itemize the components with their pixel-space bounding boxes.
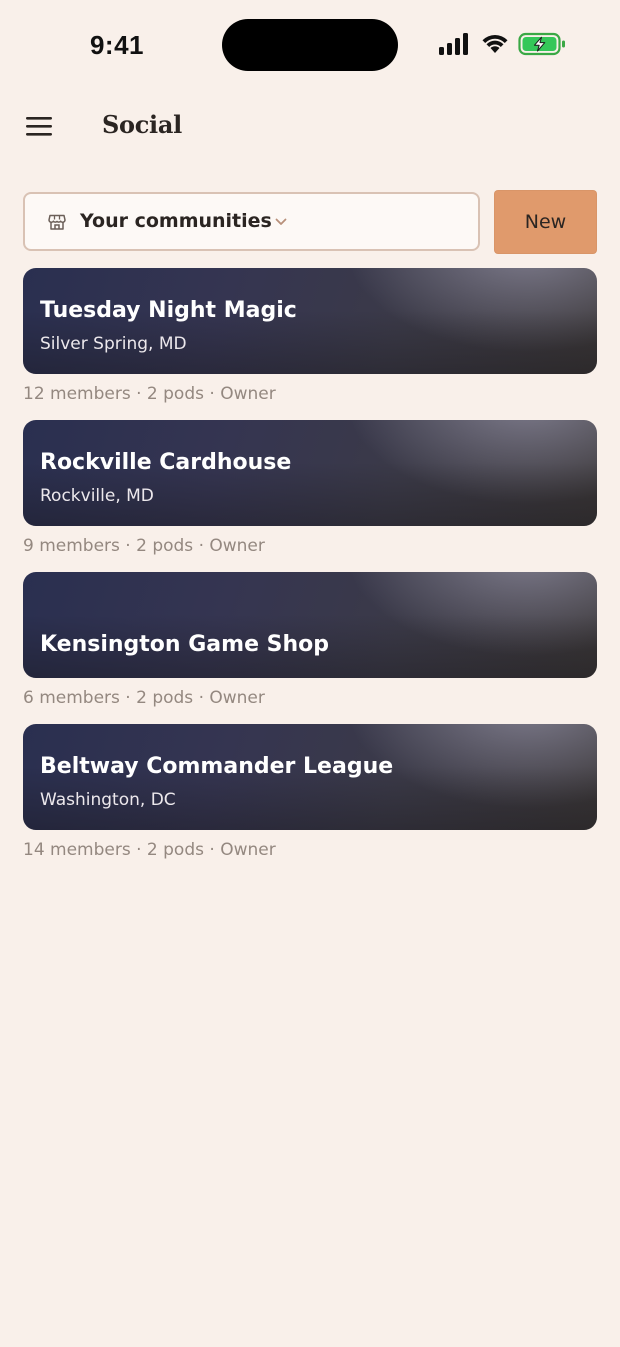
community-item: Rockville Cardhouse Rockville, MD 9 memb… <box>23 420 597 572</box>
community-location: Rockville, MD <box>40 486 154 506</box>
community-list: Tuesday Night Magic Silver Spring, MD 12… <box>23 268 597 876</box>
community-card[interactable]: Kensington Game Shop <box>23 572 597 678</box>
community-location: Washington, DC <box>40 790 176 810</box>
community-item: Kensington Game Shop 6 members · 2 pods … <box>23 572 597 724</box>
community-card[interactable]: Tuesday Night Magic Silver Spring, MD <box>23 268 597 374</box>
hamburger-menu-icon <box>26 117 52 136</box>
new-button-label: New <box>524 211 567 233</box>
new-community-button[interactable]: New <box>494 190 597 254</box>
community-name: Tuesday Night Magic <box>40 298 297 323</box>
signal-icon <box>439 33 468 55</box>
community-card[interactable]: Rockville Cardhouse Rockville, MD <box>23 420 597 526</box>
menu-button[interactable] <box>20 108 60 148</box>
community-filter-select[interactable]: Your communities <box>23 192 480 251</box>
community-meta: 6 members · 2 pods · Owner <box>23 688 265 708</box>
community-meta: 14 members · 2 pods · Owner <box>23 840 276 860</box>
community-meta: 9 members · 2 pods · Owner <box>23 536 265 556</box>
battery-charging-icon <box>518 32 565 56</box>
chevron-down-icon <box>275 218 287 225</box>
status-time: 9:41 <box>89 30 145 60</box>
community-filter-label: Your communities <box>80 210 272 232</box>
community-name: Rockville Cardhouse <box>40 450 292 475</box>
page-title: Social <box>102 110 182 139</box>
community-meta: 12 members · 2 pods · Owner <box>23 384 276 404</box>
wifi-icon <box>482 34 508 53</box>
community-item: Beltway Commander League Washington, DC … <box>23 724 597 876</box>
app-header: Social <box>0 100 620 156</box>
community-name: Beltway Commander League <box>40 754 394 779</box>
community-card[interactable]: Beltway Commander League Washington, DC <box>23 724 597 830</box>
community-location: Silver Spring, MD <box>40 334 187 354</box>
dynamic-island <box>222 19 398 71</box>
community-name: Kensington Game Shop <box>40 632 330 657</box>
community-item: Tuesday Night Magic Silver Spring, MD 12… <box>23 268 597 420</box>
storefront-icon <box>48 214 66 230</box>
status-bar: 9:41 <box>0 0 620 90</box>
